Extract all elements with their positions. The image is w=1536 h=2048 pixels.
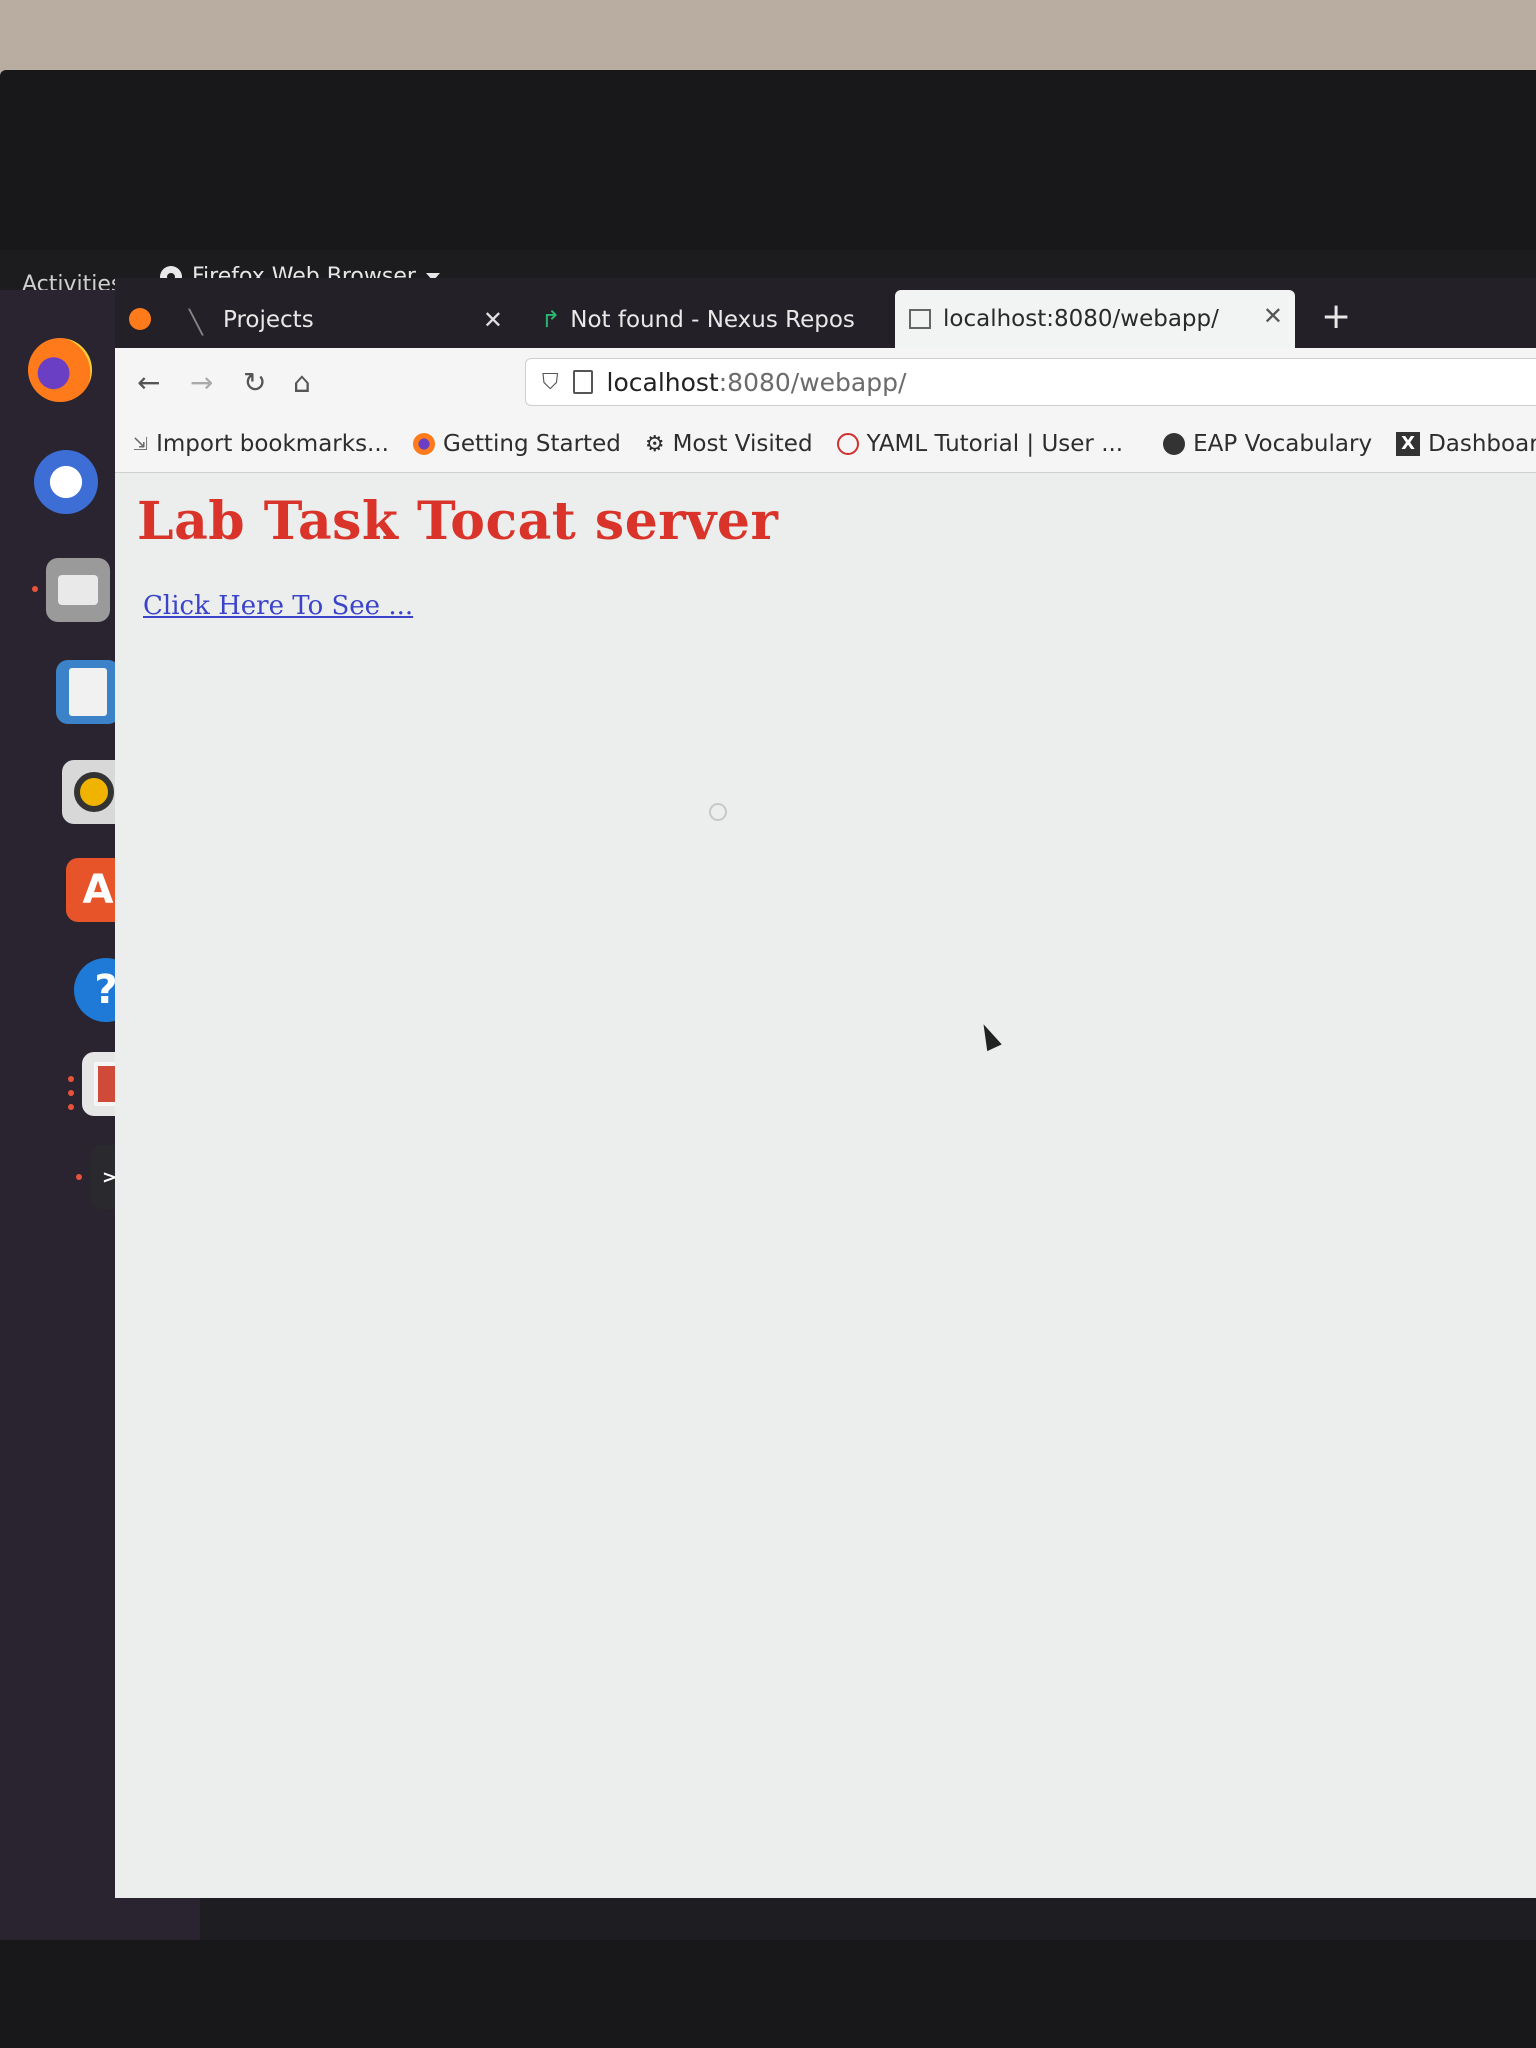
gear-icon: ⚙ xyxy=(644,431,665,457)
bookmark-label: YAML Tutorial | User ... xyxy=(866,431,1124,457)
url-text: localhost:8080/webapp/ xyxy=(606,367,907,397)
eap-icon xyxy=(1163,433,1186,455)
back-icon[interactable]: ← xyxy=(137,366,160,399)
tab-favicon: ╲ xyxy=(189,310,203,336)
bookmark-eap[interactable]: EAP Vocabulary xyxy=(1163,431,1372,457)
bookmarks-toolbar: ⇲ Import bookmarks... Getting Started ⚙ … xyxy=(115,416,1536,473)
bookmark-label: EAP Vocabulary xyxy=(1193,431,1373,457)
tab-localhost[interactable]: localhost:8080/webapp/ ✕ xyxy=(895,290,1295,348)
tab-projects[interactable]: ╲ Projects ✕ xyxy=(175,294,515,346)
close-icon[interactable]: ✕ xyxy=(1263,302,1283,330)
home-icon[interactable]: ⌂ xyxy=(293,366,311,399)
running-indicator xyxy=(68,1104,74,1110)
tab-label: Not found - Nexus Repos xyxy=(570,307,855,333)
running-indicator xyxy=(68,1090,74,1096)
tab-label: Projects xyxy=(223,307,314,333)
bookmark-import[interactable]: ⇲ Import bookmarks... xyxy=(133,431,389,457)
running-indicator xyxy=(32,586,38,592)
files-launcher-icon[interactable] xyxy=(46,558,110,622)
firefox-launcher-icon[interactable] xyxy=(28,338,92,402)
firefox-icon xyxy=(413,433,435,455)
bookmark-dashboard[interactable]: X Dashboard xyxy=(1396,431,1536,457)
tab-label: localhost:8080/webapp/ xyxy=(943,306,1219,332)
click-here-link[interactable]: Click Here To See ... xyxy=(143,591,413,621)
nav-bar: ← → ↻ ⌂ ⛉ localhost:8080/webapp/ xyxy=(115,348,1536,417)
page-info-icon[interactable] xyxy=(572,370,593,394)
running-indicator xyxy=(68,1076,74,1082)
reload-icon[interactable]: ↻ xyxy=(243,366,266,399)
tab-favicon: ↱ xyxy=(541,307,561,333)
bookmark-label: Import bookmarks... xyxy=(156,431,389,457)
bookmark-label: Getting Started xyxy=(443,431,621,457)
screen: Activities Firefox Web Browser A ? >_ xyxy=(0,250,1536,1940)
bookmark-getting-started[interactable]: Getting Started xyxy=(413,431,621,457)
page-heading: Lab Task Tocat server xyxy=(137,491,779,552)
bookmark-most-visited[interactable]: ⚙ Most Visited xyxy=(645,431,813,457)
import-icon: ⇲ xyxy=(133,433,149,455)
browser-window: ╲ Projects ✕ ↱ Not found - Nexus Repos ✕… xyxy=(115,278,1536,1898)
shield-icon[interactable]: ⛉ xyxy=(542,370,559,395)
mouse-cursor-icon xyxy=(976,1020,1002,1052)
loading-spinner-icon xyxy=(709,803,727,821)
close-icon[interactable]: ✕ xyxy=(483,306,503,334)
tab-favicon xyxy=(909,309,931,329)
bookmark-label: Most Visited xyxy=(672,431,813,457)
running-indicator xyxy=(76,1174,82,1180)
bookmark-label: Dashboard xyxy=(1428,431,1536,457)
bookmark-yaml[interactable]: YAML Tutorial | User ... xyxy=(836,431,1124,457)
writer-launcher-icon[interactable] xyxy=(56,660,120,724)
new-tab-button[interactable]: + xyxy=(1321,296,1351,337)
forward-icon[interactable]: → xyxy=(190,366,213,399)
thunderbird-launcher-icon[interactable] xyxy=(34,450,98,514)
tab-bar: ╲ Projects ✕ ↱ Not found - Nexus Repos ✕… xyxy=(115,278,1536,348)
page-content: Lab Task Tocat server Click Here To See … xyxy=(115,473,1536,1898)
firefox-view-icon[interactable] xyxy=(129,308,151,330)
yaml-icon xyxy=(836,433,859,455)
url-bar[interactable]: ⛉ localhost:8080/webapp/ xyxy=(525,358,1536,406)
x-icon: X xyxy=(1396,432,1421,456)
